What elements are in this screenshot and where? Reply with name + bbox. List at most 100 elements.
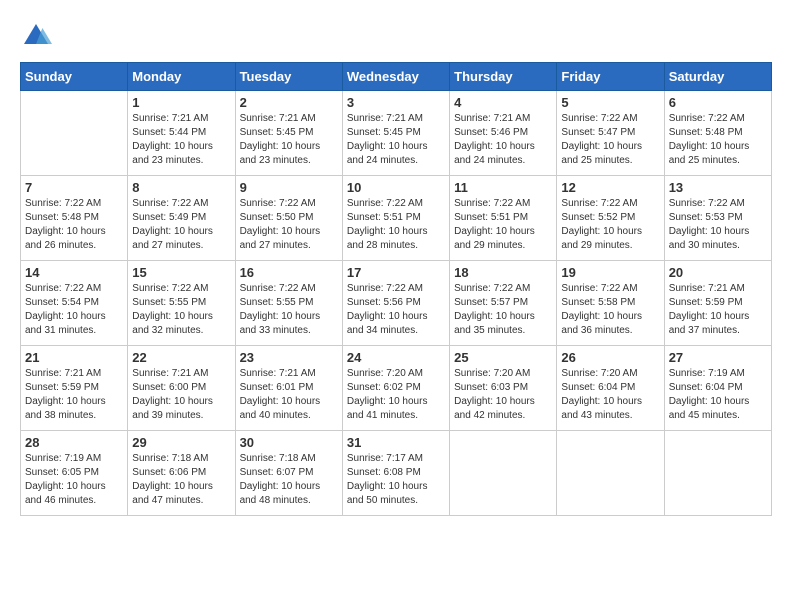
day-info: Sunrise: 7:17 AMSunset: 6:08 PMDaylight:… [347, 452, 445, 508]
calendar-cell: 12 Sunrise: 7:22 AMSunset: 5:52 PMDayligh… [557, 176, 664, 261]
day-info: Sunrise: 7:21 AMSunset: 6:00 PMDaylight:… [132, 367, 230, 423]
calendar-cell: 7Sunrise: 7:22 AMSunset: 5:48 PMDaylight… [21, 176, 128, 261]
day-info: Sunrise: 7:22 AMSunset: 5:54 PMDaylight:… [25, 282, 123, 338]
day-info: Sunrise: 7:21 AMSunset: 5:46 PMDaylight:… [454, 112, 552, 168]
calendar-cell: 6Sunrise: 7:22 AMSunset: 5:48 PMDaylight… [664, 91, 771, 176]
logo [20, 20, 58, 52]
calendar-cell: 27 Sunrise: 7:19 AMSunset: 6:04 PMDayligh… [664, 346, 771, 431]
day-number: 20 [669, 265, 767, 280]
day-number: 17 [347, 265, 445, 280]
calendar-cell: 19 Sunrise: 7:22 AMSunset: 5:58 PMDayligh… [557, 261, 664, 346]
calendar-cell: 11Sunrise: 7:22 AMSunset: 5:51 PMDayligh… [450, 176, 557, 261]
week-row-1: 1Sunrise: 7:21 AMSunset: 5:44 PMDaylight… [21, 91, 772, 176]
day-number: 16 [240, 265, 338, 280]
day-info: Sunrise: 7:22 AMSunset: 5:48 PMDaylight:… [669, 112, 767, 168]
calendar-cell: 26 Sunrise: 7:20 AMSunset: 6:04 PMDayligh… [557, 346, 664, 431]
day-number: 31 [347, 435, 445, 450]
day-info: Sunrise: 7:22 AMSunset: 5:57 PMDaylight:… [454, 282, 552, 338]
day-info: Sunrise: 7:21 AMSunset: 5:59 PMDaylight:… [25, 367, 123, 423]
calendar-cell: 4 Sunrise: 7:21 AMSunset: 5:46 PMDaylight… [450, 91, 557, 176]
day-info: Sunrise: 7:22 AMSunset: 5:50 PMDaylight:… [240, 197, 338, 253]
calendar-cell: 16 Sunrise: 7:22 AMSunset: 5:55 PMDayligh… [235, 261, 342, 346]
day-number: 14 [25, 265, 123, 280]
day-info: Sunrise: 7:22 AMSunset: 5:55 PMDaylight:… [132, 282, 230, 338]
day-header-thursday: Thursday [450, 63, 557, 91]
day-number: 13 [669, 180, 767, 195]
day-number: 25 [454, 350, 552, 365]
calendar-cell: 14 Sunrise: 7:22 AMSunset: 5:54 PMDayligh… [21, 261, 128, 346]
day-number: 2 [240, 95, 338, 110]
day-number: 9 [240, 180, 338, 195]
day-info: Sunrise: 7:22 AMSunset: 5:53 PMDaylight:… [669, 197, 767, 253]
day-number: 3 [347, 95, 445, 110]
calendar-cell [557, 431, 664, 516]
days-header-row: SundayMondayTuesdayWednesdayThursdayFrid… [21, 63, 772, 91]
calendar-cell: 13 Sunrise: 7:22 AMSunset: 5:53 PMDayligh… [664, 176, 771, 261]
day-header-saturday: Saturday [664, 63, 771, 91]
day-info: Sunrise: 7:19 AMSunset: 6:04 PMDaylight:… [669, 367, 767, 423]
calendar-cell: 5 Sunrise: 7:22 AMSunset: 5:47 PMDaylight… [557, 91, 664, 176]
calendar-cell: 28 Sunrise: 7:19 AMSunset: 6:05 PMDayligh… [21, 431, 128, 516]
day-info: Sunrise: 7:22 AMSunset: 5:51 PMDaylight:… [454, 197, 552, 253]
day-info: Sunrise: 7:20 AMSunset: 6:03 PMDaylight:… [454, 367, 552, 423]
calendar-cell [664, 431, 771, 516]
calendar-cell: 8 Sunrise: 7:22 AMSunset: 5:49 PMDaylight… [128, 176, 235, 261]
calendar-cell: 29 Sunrise: 7:18 AMSunset: 6:06 PMDayligh… [128, 431, 235, 516]
calendar-cell: 17 Sunrise: 7:22 AMSunset: 5:56 PMDayligh… [342, 261, 449, 346]
day-number: 23 [240, 350, 338, 365]
day-info: Sunrise: 7:22 AMSunset: 5:49 PMDaylight:… [132, 197, 230, 253]
day-number: 27 [669, 350, 767, 365]
calendar-table: SundayMondayTuesdayWednesdayThursdayFrid… [20, 62, 772, 516]
day-info: Sunrise: 7:18 AMSunset: 6:06 PMDaylight:… [132, 452, 230, 508]
calendar-cell: 31 Sunrise: 7:17 AMSunset: 6:08 PMDayligh… [342, 431, 449, 516]
header-area [20, 20, 772, 52]
day-number: 28 [25, 435, 123, 450]
day-info: Sunrise: 7:21 AMSunset: 5:44 PMDaylight:… [132, 112, 230, 168]
day-number: 22 [132, 350, 230, 365]
day-number: 18 [454, 265, 552, 280]
day-number: 10 [347, 180, 445, 195]
day-header-wednesday: Wednesday [342, 63, 449, 91]
day-info: Sunrise: 7:19 AMSunset: 6:05 PMDaylight:… [25, 452, 123, 508]
day-number: 19 [561, 265, 659, 280]
day-info: Sunrise: 7:22 AMSunset: 5:56 PMDaylight:… [347, 282, 445, 338]
day-info: Sunrise: 7:21 AMSunset: 6:01 PMDaylight:… [240, 367, 338, 423]
day-header-sunday: Sunday [21, 63, 128, 91]
day-info: Sunrise: 7:20 AMSunset: 6:04 PMDaylight:… [561, 367, 659, 423]
day-header-monday: Monday [128, 63, 235, 91]
calendar-cell: 9 Sunrise: 7:22 AMSunset: 5:50 PMDaylight… [235, 176, 342, 261]
calendar-cell: 15 Sunrise: 7:22 AMSunset: 5:55 PMDayligh… [128, 261, 235, 346]
calendar-cell [450, 431, 557, 516]
day-info: Sunrise: 7:21 AMSunset: 5:59 PMDaylight:… [669, 282, 767, 338]
day-number: 8 [132, 180, 230, 195]
calendar-cell: 23 Sunrise: 7:21 AMSunset: 6:01 PMDayligh… [235, 346, 342, 431]
day-info: Sunrise: 7:22 AMSunset: 5:51 PMDaylight:… [347, 197, 445, 253]
day-number: 12 [561, 180, 659, 195]
day-info: Sunrise: 7:20 AMSunset: 6:02 PMDaylight:… [347, 367, 445, 423]
week-row-3: 14 Sunrise: 7:22 AMSunset: 5:54 PMDayligh… [21, 261, 772, 346]
day-number: 30 [240, 435, 338, 450]
calendar-cell: 21 Sunrise: 7:21 AMSunset: 5:59 PMDayligh… [21, 346, 128, 431]
day-info: Sunrise: 7:21 AMSunset: 5:45 PMDaylight:… [347, 112, 445, 168]
day-number: 7 [25, 180, 123, 195]
day-number: 15 [132, 265, 230, 280]
day-number: 5 [561, 95, 659, 110]
day-info: Sunrise: 7:22 AMSunset: 5:55 PMDaylight:… [240, 282, 338, 338]
calendar-cell: 1Sunrise: 7:21 AMSunset: 5:44 PMDaylight… [128, 91, 235, 176]
calendar-cell: 20 Sunrise: 7:21 AMSunset: 5:59 PMDayligh… [664, 261, 771, 346]
day-number: 21 [25, 350, 123, 365]
week-row-4: 21 Sunrise: 7:21 AMSunset: 5:59 PMDayligh… [21, 346, 772, 431]
day-info: Sunrise: 7:22 AMSunset: 5:47 PMDaylight:… [561, 112, 659, 168]
calendar-cell: 2 Sunrise: 7:21 AMSunset: 5:45 PMDaylight… [235, 91, 342, 176]
day-header-tuesday: Tuesday [235, 63, 342, 91]
calendar-cell: 3 Sunrise: 7:21 AMSunset: 5:45 PMDaylight… [342, 91, 449, 176]
day-number: 24 [347, 350, 445, 365]
day-info: Sunrise: 7:22 AMSunset: 5:52 PMDaylight:… [561, 197, 659, 253]
day-number: 26 [561, 350, 659, 365]
calendar-cell: 24 Sunrise: 7:20 AMSunset: 6:02 PMDayligh… [342, 346, 449, 431]
day-info: Sunrise: 7:22 AMSunset: 5:58 PMDaylight:… [561, 282, 659, 338]
day-info: Sunrise: 7:21 AMSunset: 5:45 PMDaylight:… [240, 112, 338, 168]
day-number: 29 [132, 435, 230, 450]
day-number: 4 [454, 95, 552, 110]
day-info: Sunrise: 7:18 AMSunset: 6:07 PMDaylight:… [240, 452, 338, 508]
